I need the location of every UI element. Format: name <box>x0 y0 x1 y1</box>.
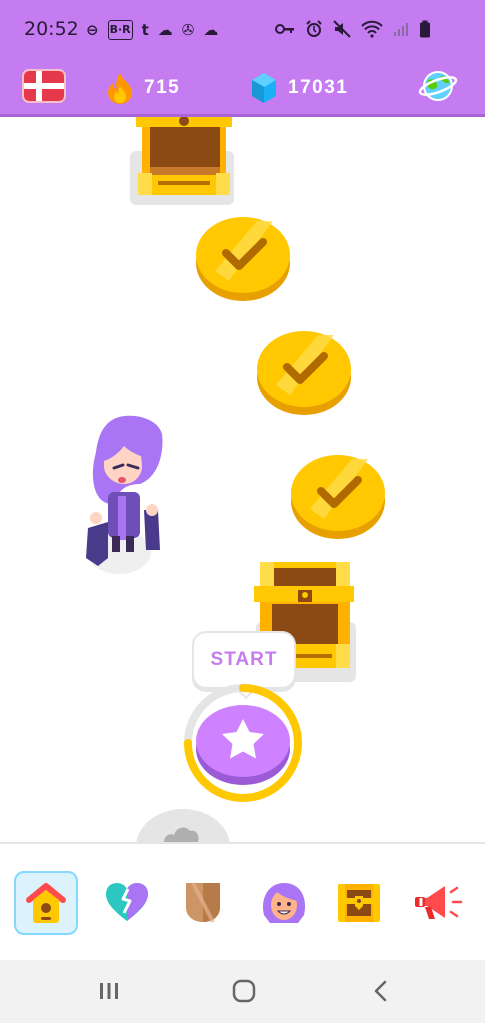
streak-count: 715 <box>144 77 181 98</box>
shield-icon <box>186 882 220 923</box>
wifi-icon <box>361 20 383 38</box>
gem-icon <box>252 73 276 103</box>
battery-icon <box>420 20 430 38</box>
lesson-node-locked[interactable] <box>134 807 232 842</box>
globe-icon[interactable] <box>418 68 458 104</box>
denmark-flag-icon[interactable] <box>22 69 66 103</box>
notification-icons: ⊖ B·R t ☁ ✇ ☁ <box>86 20 218 40</box>
start-tooltip[interactable]: START <box>192 631 296 689</box>
home-button[interactable] <box>229 978 259 1004</box>
system-status-icons <box>275 20 431 38</box>
lesson-node-completed[interactable] <box>195 215 291 303</box>
alarm-icon <box>306 20 322 37</box>
learning-path: START <box>0 117 485 842</box>
nav-shop[interactable] <box>328 871 390 933</box>
back-icon <box>374 980 387 1002</box>
nav-leagues[interactable] <box>172 871 234 933</box>
cloud-icon: ☁ <box>203 21 219 39</box>
br-app-icon: B·R <box>107 20 133 40</box>
home-circle-icon <box>232 979 256 1003</box>
course-header: 715 17031 <box>0 60 485 117</box>
gems-counter[interactable]: 17031 <box>250 72 348 104</box>
tumblr-icon: t <box>141 21 149 39</box>
status-time: 20:52 <box>24 18 79 40</box>
signal-icon <box>394 23 408 36</box>
recent-apps-icon <box>100 983 118 999</box>
nav-news[interactable] <box>408 871 470 933</box>
avatar-icon <box>262 883 306 923</box>
lesson-node-completed[interactable] <box>256 329 352 417</box>
nav-practice[interactable] <box>96 871 158 933</box>
mute-icon <box>333 20 351 38</box>
streak-counter[interactable]: 715 <box>106 72 180 104</box>
cloud-icon: ☁ <box>157 21 173 39</box>
lesson-node-current[interactable] <box>176 683 310 803</box>
heart-icon <box>106 883 148 921</box>
gems-count: 17031 <box>288 77 349 98</box>
recent-apps-button[interactable] <box>94 978 124 1004</box>
system-navigation-bar <box>0 960 485 1023</box>
dnd-icon: ⊖ <box>86 21 99 39</box>
back-button[interactable] <box>366 978 396 1004</box>
status-bar: 20:52 ⊖ B·R t ☁ ✇ ☁ <box>0 0 485 60</box>
chest-node[interactable] <box>128 117 236 207</box>
flame-icon <box>108 73 132 104</box>
nav-home[interactable] <box>14 871 78 935</box>
treasure-chest-icon <box>338 884 380 922</box>
nav-profile[interactable] <box>252 871 314 933</box>
key-icon <box>275 24 294 34</box>
fan-icon: ✇ <box>181 21 195 39</box>
lily-character <box>86 415 163 574</box>
birdhouse-icon <box>26 883 66 923</box>
bottom-navigation <box>0 842 485 962</box>
megaphone-icon <box>415 886 463 919</box>
lesson-node-completed[interactable] <box>290 453 386 541</box>
